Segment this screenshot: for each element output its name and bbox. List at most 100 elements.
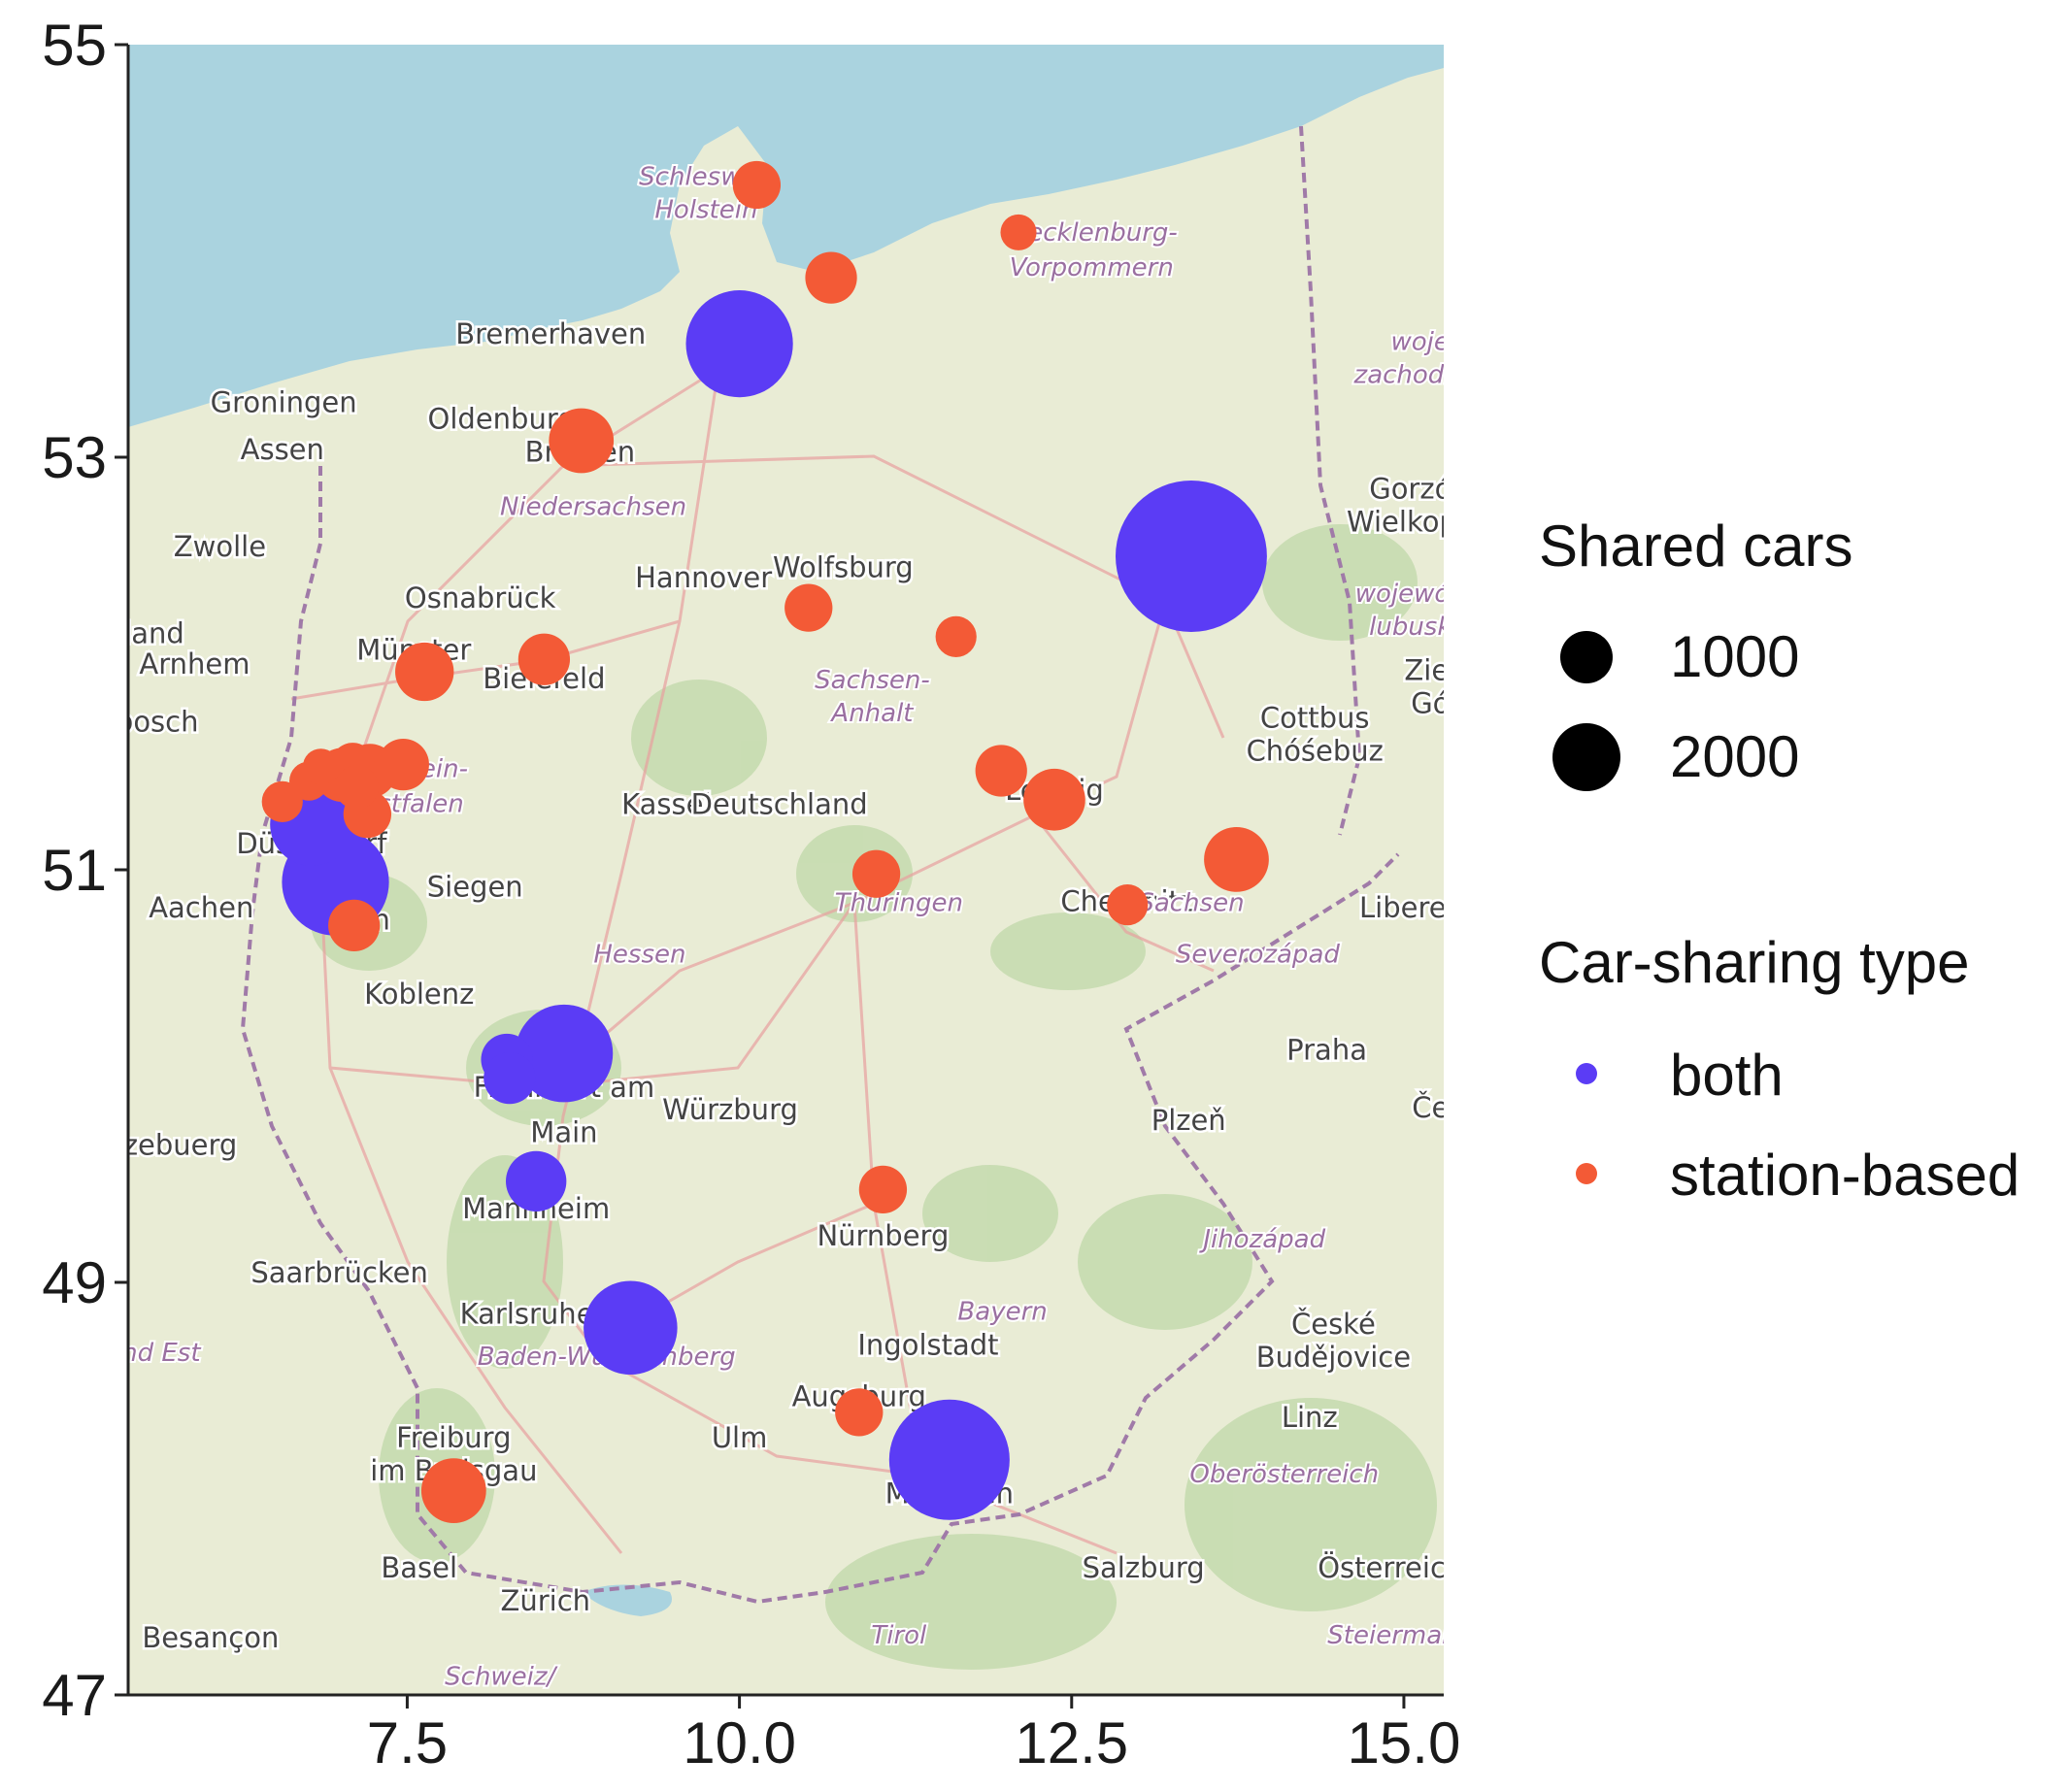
x-tick-label: 15.0 [1348,1710,1461,1775]
map-city-label: Nürnberg [817,1219,949,1252]
point-both [506,1150,567,1212]
map-region-label: Schweiz/ [445,1662,558,1691]
map-city-label: Deutschland [691,788,868,821]
map-region-label: Tirol [871,1621,927,1650]
map-region-label: Jihozápad [1198,1225,1325,1254]
map-region-label: zachodni [1353,361,1468,390]
point-both [484,1052,536,1105]
y-axis-ticks: 47 49 51 53 55 [42,13,128,1728]
map-city-label: Budějovice [1256,1341,1411,1374]
point-station-based [805,251,857,304]
map-region-label: Sachsen- [815,666,930,695]
map-city-label: Zürich [500,1584,590,1617]
point-both [685,290,793,398]
map-region-label: wojew [1390,328,1470,357]
size-legend-title: Shared cars [1539,514,1853,579]
map-region-label: Steiermark [1327,1621,1468,1650]
point-station-based [935,615,977,657]
map-city-label: Wolfsburg [773,550,914,583]
map-city-label: Siegen [427,871,523,904]
map-city-label: Gó [1411,687,1450,720]
point-station-based [549,408,615,474]
map-city-label: tzebuerg [112,1128,237,1161]
map-city-label: Linz [1282,1401,1338,1434]
map-city-label: Freiburg [396,1421,511,1454]
point-station-based [1023,768,1085,831]
y-tick-label: 49 [42,1250,107,1315]
point-station-based [858,1165,908,1214]
point-station-based [1204,827,1269,892]
map-region-label: Vorpommern [1010,253,1174,282]
chart-figure: GroningenBremerhavenOldenburgAssenBremen… [42,13,2019,1775]
x-tick-label: 7.5 [367,1710,448,1775]
map-city-label: hbosch [98,706,199,739]
size-legend-label-1000: 1000 [1670,624,1799,689]
map-city-label: Arnhem [139,647,250,680]
point-station-based [328,899,381,951]
map-city-label: Assen [241,433,324,466]
map-city-label: Cottbus [1260,701,1370,734]
map-city-label: Plzeň [1151,1104,1226,1137]
map-city-label: Ulm [712,1421,768,1454]
point-station-based [395,642,454,702]
point-both [584,1280,678,1376]
point-station-based [420,1458,486,1523]
map-city-label: Saarbrücken [250,1256,428,1289]
map-city-label: Karlsruhe [460,1298,594,1331]
map-region-label: Hessen [593,941,685,970]
map-region-label: Sachsen [1138,889,1244,918]
map-city-label: Basel [381,1551,457,1584]
map-city-label: Chóśebuz [1247,734,1384,767]
map-city-label: Če [1412,1091,1449,1124]
map-city-label: Praha [1286,1034,1367,1067]
point-station-based [784,583,833,632]
map-city-label: Hannover [635,561,772,594]
point-station-based [1107,884,1149,926]
map-city-label: rland [112,616,184,649]
map-region-label: Oberösterreich [1189,1460,1379,1489]
point-station-based [302,748,340,785]
map-city-label: Ingolstadt [857,1328,998,1361]
point-station-based [517,633,571,685]
map-city-label: Bremerhaven [455,317,646,350]
map-city-label: Liberec [1359,891,1462,924]
y-tick-label: 53 [42,425,107,490]
map-city-label: České [1291,1308,1376,1341]
point-station-based [975,745,1027,797]
map-city-label: Ziel [1404,654,1456,687]
y-tick-label: 51 [42,838,107,903]
point-station-based [1000,214,1037,250]
point-station-based [732,160,782,210]
legend: Shared cars 1000 2000 Car-sharing type b… [1539,514,2019,1208]
x-tick-label: 10.0 [683,1710,796,1775]
map-region-label: rand Est [96,1339,202,1368]
map-region-label: wojewód [1355,580,1467,609]
color-legend-title: Car-sharing type [1539,930,1970,995]
map-city-label: Würzburg [662,1093,798,1126]
y-tick-label: 47 [42,1663,107,1728]
y-tick-label: 55 [42,13,107,78]
point-station-based [377,739,429,791]
map-region-label: Niedersachsen [500,493,686,522]
size-legend-key-2000 [1552,723,1620,791]
map-city-label: Besançon [142,1621,279,1654]
size-legend-key-1000 [1560,631,1613,683]
color-legend-key-both [1576,1063,1597,1084]
map-city-label: Main [530,1116,597,1149]
point-both [1116,481,1267,632]
color-legend-label-both: both [1670,1043,1784,1108]
map-region-label: Anhalt [829,699,914,728]
point-both [888,1399,1010,1520]
size-legend-label-2000: 2000 [1670,724,1799,789]
map-region-label: Bayern [957,1297,1047,1326]
x-tick-label: 12.5 [1015,1710,1128,1775]
map-city-label: Österreich [1318,1551,1463,1584]
point-station-based [851,849,901,898]
map-region-label: Thüringen [835,889,963,918]
map-city-label: Salzburg [1083,1551,1205,1584]
color-legend-key-station-based [1576,1163,1597,1184]
map-city-label: Zwolle [174,530,266,563]
map-region-label: Severozápad [1176,941,1340,970]
map-region-label: lubusk [1369,613,1452,642]
point-station-based [334,765,379,810]
